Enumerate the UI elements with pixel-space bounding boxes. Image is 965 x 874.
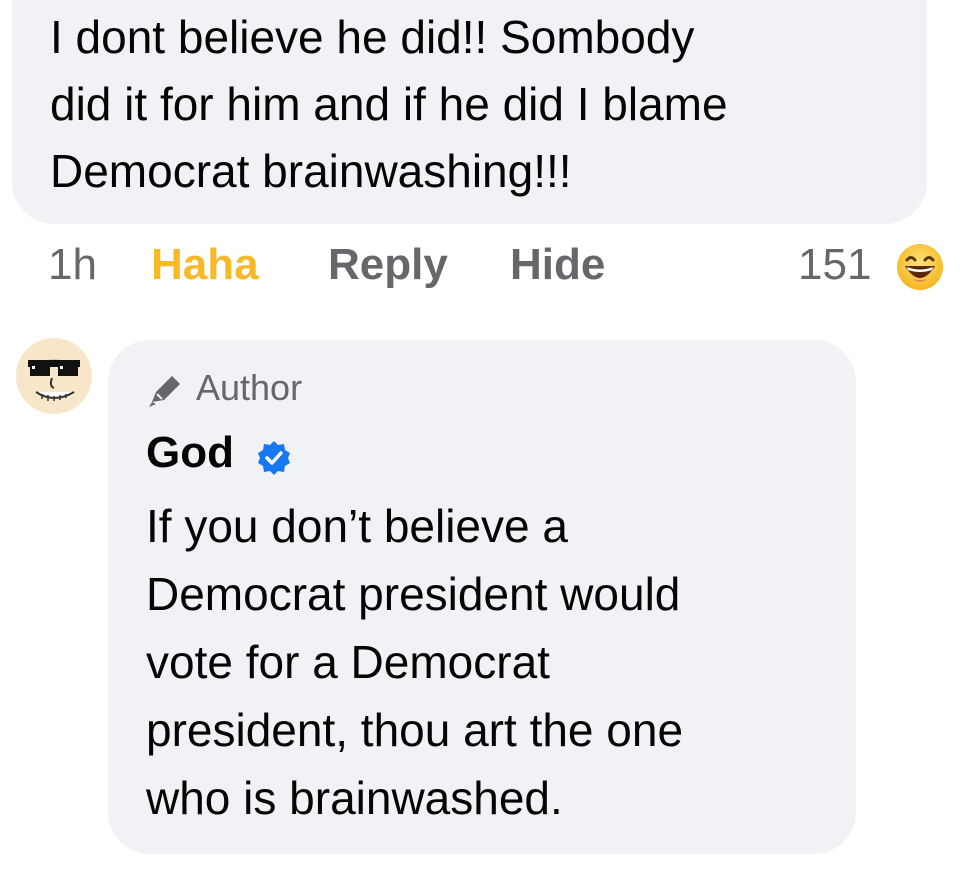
comment-thread: I dont believe he did!! Sombody did it f… [0,0,965,874]
reply-comment-bubble: Author God If you don’t believe a Democr… [108,340,856,854]
laughing-emoji-icon[interactable] [895,242,945,292]
cartoon-face-sunglasses-icon [16,338,92,414]
author-name[interactable]: God [146,428,234,477]
comment-actions-bar: 1h Haha Reply Hide 151 [48,240,948,300]
reply-comment-text: If you don’t believe a Democrat presiden… [146,500,684,824]
avatar[interactable] [16,338,92,414]
comment-timestamp[interactable]: 1h [48,240,97,290]
reaction-count[interactable]: 151 [798,240,871,290]
reply-button[interactable]: Reply [328,240,448,290]
pencil-icon [149,376,180,407]
author-badge-label: Author [196,367,303,408]
comment-author[interactable]: God [146,428,290,484]
hide-button[interactable]: Hide [510,240,605,290]
haha-reaction-button[interactable]: Haha [151,240,259,290]
previous-comment-bubble: I dont believe he did!! Sombody did it f… [12,0,927,224]
previous-comment-text: I dont believe he did!! Sombody did it f… [50,11,728,197]
verified-badge-icon [258,441,290,475]
